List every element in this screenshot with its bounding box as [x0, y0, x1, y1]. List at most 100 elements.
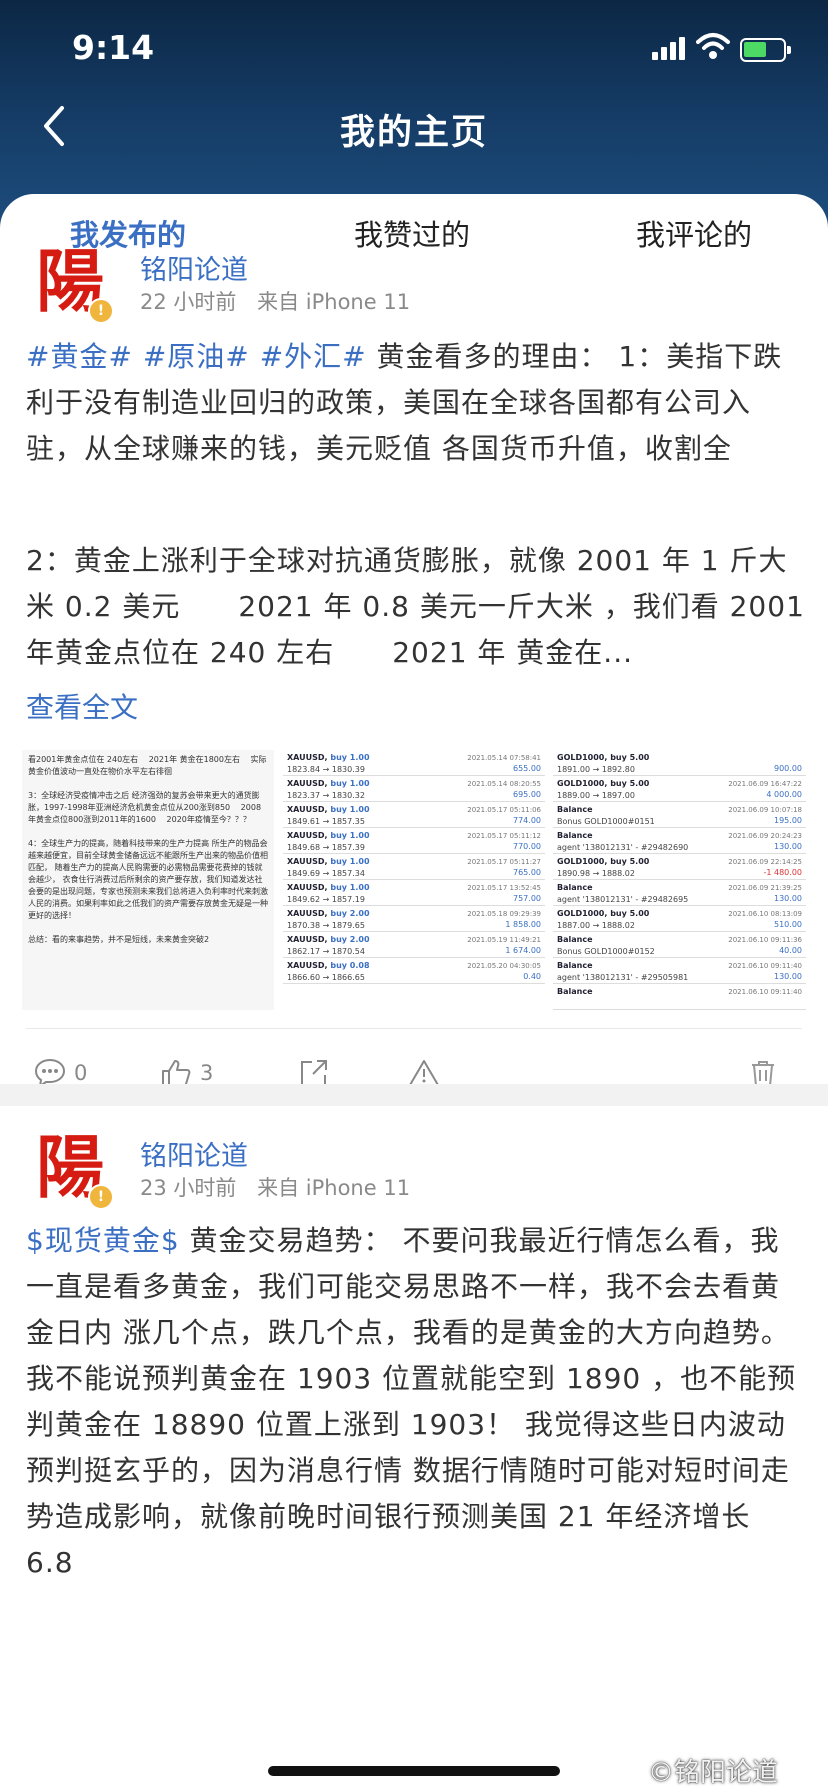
- trade-side: buy 2.00: [330, 909, 370, 918]
- trade-profit: -1 480.00: [763, 868, 802, 877]
- trade-row: Balance 2021.06.10 09:11:40: [553, 984, 806, 1010]
- status-time: 9:14: [72, 28, 155, 67]
- trade-side: buy 1.00: [330, 753, 370, 762]
- trade-row: XAUUSD, buy 2.00 1862.17 → 1870.54 2021.05…: [283, 932, 545, 958]
- watermark: ©铭阳论道: [648, 1758, 779, 1788]
- author-name[interactable]: 铭阳论道: [140, 248, 248, 287]
- tab-bar: 我发布的 我赞过的 我评论的: [0, 212, 828, 272]
- page-title: 我的主页: [339, 113, 488, 153]
- divider: [26, 1028, 802, 1029]
- trade-row: XAUUSD, buy 1.00 1823.37 → 1830.32 2021.05…: [283, 776, 545, 802]
- trade-date: 2021.06.10 09:11:40: [728, 988, 802, 996]
- trade-symbol: XAUUSD,: [287, 779, 328, 788]
- trade-row: Balance agent '138012131' - #29505981 2021…: [553, 958, 806, 984]
- trade-profit: 510.00: [774, 920, 802, 929]
- image-grid: 看2001年黄金点位在 240左右 2021年 黄金在1800左右 实际黄金价值…: [0, 750, 828, 1020]
- post-body: $现货黄金$ 黄金交易趋势： 不要问我最近行情怎么看，我一直是看多黄金，我们可能…: [26, 1218, 806, 1588]
- tab-liked[interactable]: 我赞过的: [354, 212, 470, 254]
- trade-price: 1862.17 → 1870.54: [287, 947, 365, 956]
- trade-detail: agent '138012131' - #29482695: [557, 895, 689, 904]
- trade-side: buy 1.00: [330, 883, 370, 892]
- trade-profit: 4 000.00: [766, 790, 802, 799]
- trade-profit: 130.00: [774, 972, 802, 981]
- trade-detail: 1891.00 → 1892.80: [557, 765, 635, 774]
- topic-link[interactable]: #原油#: [143, 340, 250, 373]
- post-text-line: 黄金看多的理由： 1：美指下: [366, 340, 754, 373]
- trade-side: buy 0.08: [330, 961, 370, 970]
- post-image[interactable]: XAUUSD, buy 1.00 1823.84 → 1830.39 2021.05…: [283, 750, 545, 1010]
- post-body-para2: 2：黄金上涨利于全球对抗通货膨胀，就像 2001 年 1 斤大米 0.2 美元 …: [26, 544, 805, 669]
- trade-detail: agent '138012131' - #29505981: [557, 973, 689, 982]
- trade-detail: 1887.00 → 1888.02: [557, 921, 635, 930]
- trade-profit: 40.00: [779, 946, 802, 955]
- avatar[interactable]: 陽 !: [36, 242, 114, 324]
- read-more-link[interactable]: 查看全文: [26, 686, 138, 726]
- trade-symbol: XAUUSD,: [287, 909, 328, 918]
- trade-price: 1849.69 → 1857.34: [287, 869, 365, 878]
- trade-side: buy 1.00: [330, 831, 370, 840]
- trade-title: GOLD1000, buy 5.00: [557, 753, 650, 762]
- trade-side: buy 1.00: [330, 805, 370, 814]
- trade-row: Balance Bonus GOLD1000#0152 2021.06.10 09:…: [553, 932, 806, 958]
- trade-side: buy 2.00: [330, 935, 370, 944]
- post-source: 来自 iPhone 11: [257, 1176, 411, 1200]
- wifi-icon: [696, 33, 730, 59]
- post-image[interactable]: 看2001年黄金点位在 240左右 2021年 黄金在1800左右 实际黄金价值…: [22, 750, 274, 1010]
- trade-row: XAUUSD, buy 0.08 1866.60 → 1866.65 2021.05…: [283, 958, 545, 984]
- trade-row: Balance agent '138012131' - #29482690 2021…: [553, 828, 806, 854]
- trade-row: XAUUSD, buy 1.00 1849.62 → 1857.19 2021.05…: [283, 880, 545, 906]
- trade-row: GOLD1000, buy 5.00 1887.00 → 1888.02 2021.…: [553, 906, 806, 932]
- trade-profit: 900.00: [774, 764, 802, 773]
- trade-row: XAUUSD, buy 1.00 1849.61 → 1857.35 2021.05…: [283, 802, 545, 828]
- trade-row: XAUUSD, buy 2.00 1870.38 → 1879.65 2021.05…: [283, 906, 545, 932]
- trade-symbol: XAUUSD,: [287, 831, 328, 840]
- trade-side: buy 1.00: [330, 857, 370, 866]
- status-bar: 9:14: [0, 0, 828, 100]
- trade-row: XAUUSD, buy 1.00 1849.68 → 1857.39 2021.05…: [283, 828, 545, 854]
- trade-price: 1849.61 → 1857.35: [287, 817, 365, 826]
- trade-row: GOLD1000, buy 5.00 1890.98 → 1888.02 2021.…: [553, 854, 806, 880]
- avatar[interactable]: 陽 !: [36, 1128, 114, 1210]
- post-meta: 22 小时前 来自 iPhone 11: [140, 286, 410, 316]
- trade-price: 1849.62 → 1857.19: [287, 895, 365, 904]
- trade-profit: 195.00: [774, 816, 802, 825]
- post-source: 来自 iPhone 11: [257, 290, 411, 314]
- post-separator: [0, 1084, 828, 1106]
- trade-profit: 757.00: [513, 894, 541, 903]
- trade-symbol: XAUUSD,: [287, 961, 328, 970]
- home-indicator: [268, 1766, 560, 1776]
- author-name[interactable]: 铭阳论道: [140, 1134, 248, 1173]
- trade-profit: 774.00: [513, 816, 541, 825]
- trade-price: 1870.38 → 1879.65: [287, 921, 365, 930]
- trade-detail: 1889.00 → 1897.00: [557, 791, 635, 800]
- trade-symbol: XAUUSD,: [287, 857, 328, 866]
- trade-row: GOLD1000, buy 5.00 1889.00 → 1897.00 2021.…: [553, 776, 806, 802]
- signal-icon: [652, 36, 688, 60]
- trade-profit: 770.00: [513, 842, 541, 851]
- trade-detail: Bonus GOLD1000#0152: [557, 947, 655, 956]
- topic-link[interactable]: $现货黄金$: [26, 1224, 180, 1257]
- trade-row: XAUUSD, buy 1.00 1849.69 → 1857.34 2021.05…: [283, 854, 545, 880]
- tab-commented[interactable]: 我评论的: [636, 212, 752, 254]
- comment-count: 0: [74, 1061, 88, 1085]
- trade-symbol: XAUUSD,: [287, 935, 328, 944]
- post-body: #黄金# #原油# #外汇# 黄金看多的理由： 1：美指下跌利于没有制造业回归的…: [26, 334, 806, 462]
- post-meta: 23 小时前 来自 iPhone 11: [140, 1172, 410, 1202]
- trade-profit: 765.00: [513, 868, 541, 877]
- trade-profit: 130.00: [774, 894, 802, 903]
- trade-profit: 655.00: [513, 764, 541, 773]
- post-image[interactable]: GOLD1000, buy 5.00 1891.00 → 1892.80 900.0…: [553, 750, 806, 1010]
- trade-profit: 1 674.00: [505, 946, 541, 955]
- post-text-line: 黄金交易趋势： 不要问我最近行情怎么: [179, 1224, 693, 1257]
- post-time: 23 小时前: [140, 1176, 237, 1200]
- content-card: 我发布的 我赞过的 我评论的 陽 ! 铭阳论道 22 小时前 来自 iPhone…: [0, 194, 828, 1792]
- trade-price: 1823.84 → 1830.39: [287, 765, 365, 774]
- trade-profit: 130.00: [774, 842, 802, 851]
- trade-profit: 0.40: [523, 972, 541, 981]
- trade-row: Balance Bonus GOLD1000#0151 2021.06.09 10:…: [553, 802, 806, 828]
- image-text: 看2001年黄金点位在 240左右 2021年 黄金在1800左右 实际黄金价值…: [22, 750, 274, 1010]
- topic-link[interactable]: #外汇#: [260, 340, 367, 373]
- topic-link[interactable]: #黄金#: [26, 340, 133, 373]
- badge-icon: !: [88, 1184, 114, 1210]
- trade-side: buy 1.00: [330, 779, 370, 788]
